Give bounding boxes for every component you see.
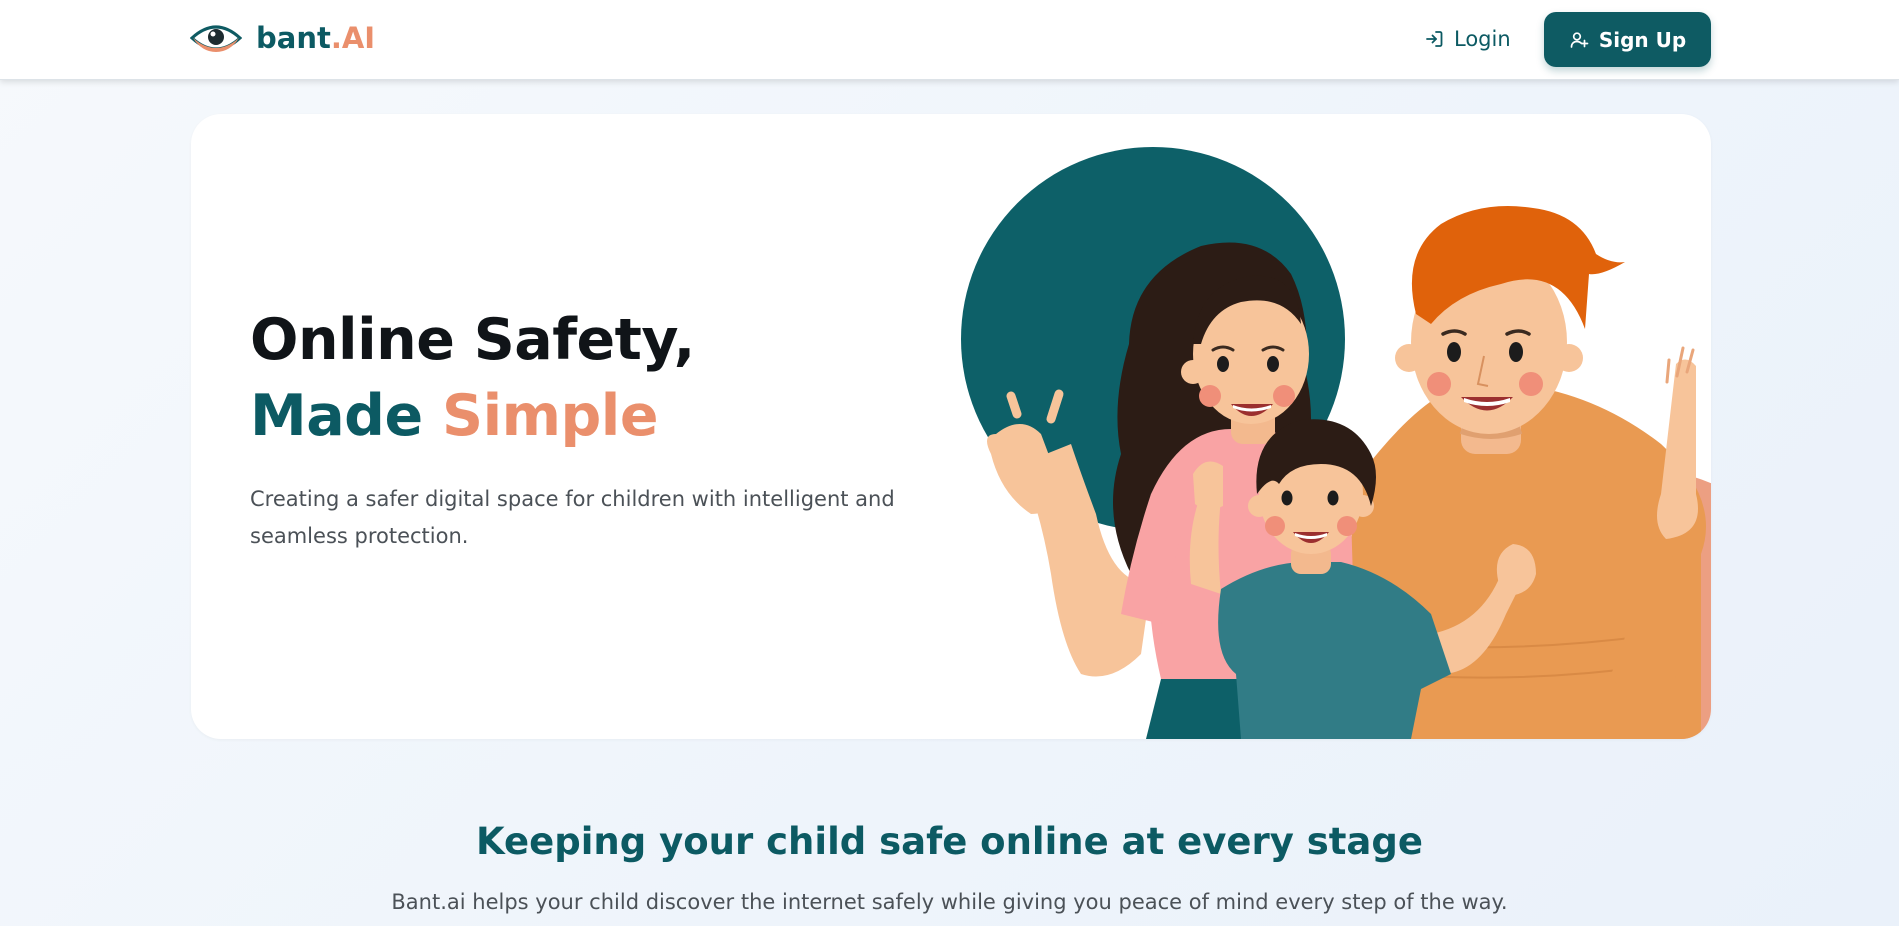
hero-title-simple: Simple xyxy=(442,383,658,449)
top-navbar: bant.AI Login Sign Up xyxy=(0,0,1899,80)
login-arrow-icon xyxy=(1426,31,1443,47)
user-plus-icon xyxy=(1570,31,1589,48)
login-label: Login xyxy=(1454,27,1511,51)
login-link[interactable]: Login xyxy=(1424,22,1511,56)
section-subtitle: Bant.ai helps your child discover the in… xyxy=(391,890,1508,914)
hero-title-made: Made xyxy=(250,383,423,449)
brand-name: bant.AI xyxy=(256,21,375,55)
brand-logo[interactable]: bant.AI xyxy=(190,14,375,62)
family-illustration xyxy=(961,147,1711,739)
brand-name-accent: .AI xyxy=(330,21,376,55)
signup-label: Sign Up xyxy=(1598,27,1687,52)
section-title: Keeping your child safe online at every … xyxy=(476,820,1423,863)
hero-title-line1: Online Safety, xyxy=(250,307,695,373)
hero-title: Online Safety, Made Simple xyxy=(250,302,695,454)
hero-card: Online Safety, Made Simple Creating a sa… xyxy=(191,114,1711,739)
brand-name-main: bant xyxy=(256,21,331,55)
hero-subtitle: Creating a safer digital space for child… xyxy=(250,487,895,548)
signup-button[interactable]: Sign Up xyxy=(1544,12,1711,67)
eye-logo-icon xyxy=(190,25,242,52)
